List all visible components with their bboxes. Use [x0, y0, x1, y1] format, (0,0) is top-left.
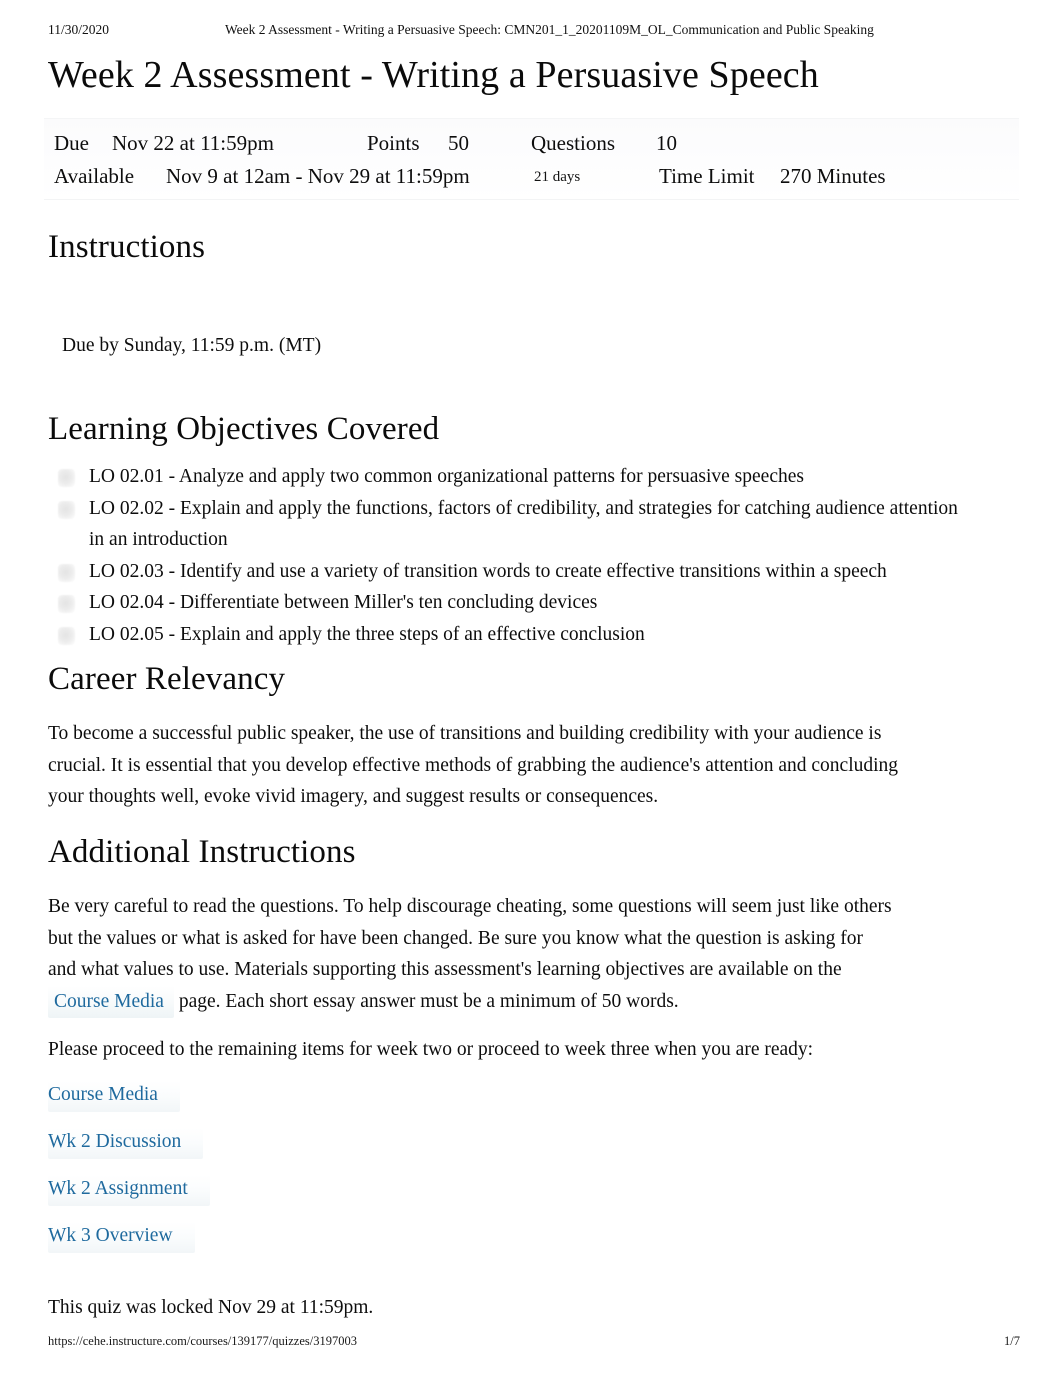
- proceed-text: Please proceed to the remaining items fo…: [48, 1039, 814, 1060]
- learning-objective-text: LO 02.01 - Analyze and apply two common …: [89, 466, 804, 487]
- availability-duration: 21 days: [534, 169, 581, 185]
- learning-objectives-list: LO 02.01 - Analyze and apply two common …: [48, 461, 960, 650]
- link-wk-2-assignment[interactable]: Wk 2 Assignment: [48, 1175, 210, 1206]
- points-value: 50: [448, 131, 469, 155]
- additional-instructions-text-part-1: Be very careful to read the questions. T…: [48, 896, 892, 980]
- footer-page-number: 1/7: [1004, 1334, 1020, 1348]
- learning-objective-text: LO 02.02 - Explain and apply the functio…: [89, 497, 958, 551]
- questions-value: 10: [656, 131, 677, 155]
- additional-instructions-heading: Additional Instructions: [48, 834, 356, 870]
- quiz-locked-note: This quiz was locked Nov 29 at 11:59pm.: [48, 1297, 374, 1318]
- learning-objective-text: LO 02.04 - Differentiate between Miller'…: [89, 592, 598, 613]
- link-wk-2-discussion[interactable]: Wk 2 Discussion: [48, 1128, 204, 1159]
- link-course-media[interactable]: Course Media: [48, 1081, 180, 1112]
- list-item: LO 02.03 - Identify and use a variety of…: [48, 556, 960, 588]
- bullet-marker-icon: [58, 626, 75, 645]
- bullet-marker-icon: [58, 469, 75, 487]
- career-relevancy-text: To become a successful public speaker, t…: [48, 723, 899, 807]
- learning-objective-text: LO 02.03 - Identify and use a variety of…: [89, 560, 887, 582]
- career-relevancy-heading: Career Relevancy: [48, 661, 286, 697]
- bullet-marker-icon: [58, 563, 75, 582]
- resource-link-row: Wk 2 Assignment: [48, 1175, 210, 1206]
- quiz-print-page: 11/30/2020 Week 2 Assessment - Writing a…: [0, 0, 1062, 1377]
- quiz-metadata-row-1: Due Nov 22 at 11:59pm Points 50 Question…: [44, 129, 1019, 162]
- print-date: 11/30/2020: [48, 22, 110, 37]
- resource-link-row: Course Media: [48, 1081, 180, 1112]
- due-value: Nov 22 at 11:59pm: [112, 131, 274, 155]
- list-item: LO 02.04 - Differentiate between Miller'…: [48, 587, 960, 619]
- instructions-heading: Instructions: [48, 229, 206, 265]
- learning-objective-text: LO 02.05 - Explain and apply the three s…: [89, 623, 645, 645]
- additional-instructions-text-part-2: page. Each short essay answer must be a …: [178, 990, 679, 1012]
- points-label: Points: [367, 131, 420, 155]
- time-limit-value: 270 Minutes: [780, 164, 886, 188]
- list-item: LO 02.05 - Explain and apply the three s…: [48, 619, 960, 651]
- print-header-title: Week 2 Assessment - Writing a Persuasive…: [225, 22, 874, 37]
- learning-objectives-heading: Learning Objectives Covered: [48, 411, 440, 447]
- additional-instructions-text: Be very careful to read the questions. T…: [48, 891, 896, 1018]
- list-item: LO 02.02 - Explain and apply the functio…: [48, 493, 960, 556]
- due-by-note: Due by Sunday, 11:59 p.m. (MT): [62, 335, 322, 356]
- resource-link-row: Wk 3 Overview: [48, 1222, 195, 1253]
- quiz-metadata-row-2: Available Nov 9 at 12am - Nov 29 at 11:5…: [44, 162, 1019, 195]
- due-label: Due: [54, 131, 89, 155]
- list-item: LO 02.01 - Analyze and apply two common …: [48, 461, 960, 493]
- questions-label: Questions: [531, 131, 615, 155]
- available-value: Nov 9 at 12am - Nov 29 at 11:59pm: [166, 164, 470, 188]
- resource-link-row: Wk 2 Discussion: [48, 1128, 204, 1159]
- print-header: 11/30/2020 Week 2 Assessment - Writing a…: [0, 22, 1062, 42]
- print-footer: https://cehe.instructure.com/courses/139…: [0, 1334, 1062, 1352]
- bullet-marker-icon: [58, 500, 75, 519]
- page-title: Week 2 Assessment - Writing a Persuasive…: [48, 54, 819, 96]
- time-limit-label: Time Limit: [659, 164, 755, 188]
- available-label: Available: [54, 164, 135, 188]
- footer-url: https://cehe.instructure.com/courses/139…: [48, 1334, 357, 1348]
- link-wk-3-overview[interactable]: Wk 3 Overview: [48, 1222, 195, 1253]
- bullet-marker-icon: [58, 595, 75, 613]
- course-media-inline-link[interactable]: Course Media: [48, 985, 174, 1018]
- quiz-metadata-bar: Due Nov 22 at 11:59pm Points 50 Question…: [44, 118, 1019, 200]
